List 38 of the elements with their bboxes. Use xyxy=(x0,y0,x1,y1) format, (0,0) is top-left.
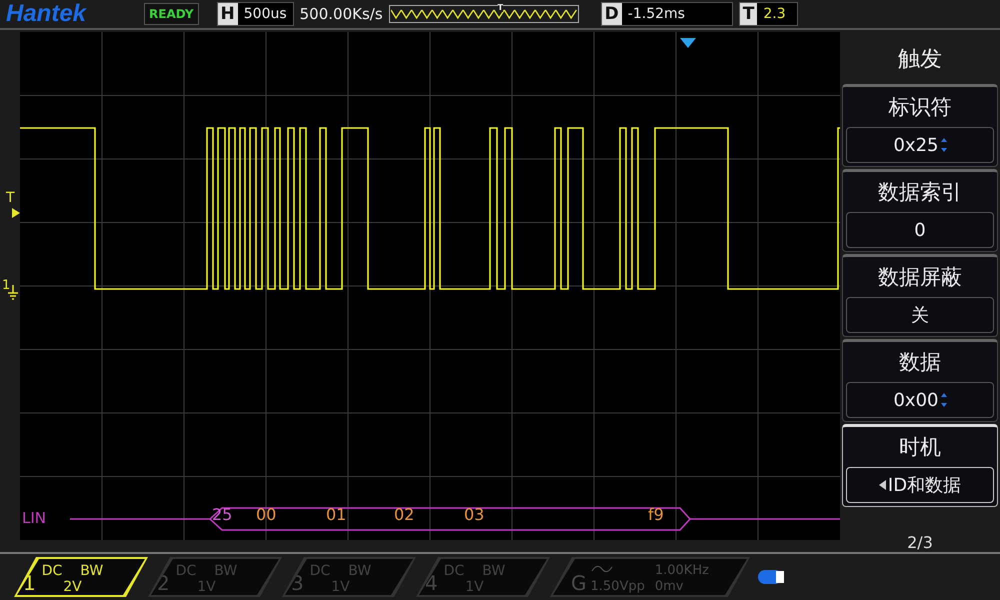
menu-title: 触发 xyxy=(898,46,942,74)
decode-label: LIN xyxy=(22,509,46,527)
delay-field[interactable]: D -1.52ms xyxy=(600,2,733,26)
decoded-byte: 00 xyxy=(256,505,276,524)
sample-rate: 500.00Ks/s xyxy=(300,5,383,23)
left-arrow-icon xyxy=(878,480,886,490)
brand-logo: Hantek xyxy=(6,0,88,28)
decoded-byte: 01 xyxy=(326,505,346,524)
trigger-level-marker: T xyxy=(6,190,15,206)
ground-icon xyxy=(8,285,18,301)
trigger-level-field[interactable]: T 2.3 xyxy=(738,2,798,26)
decoded-byte: 02 xyxy=(394,505,414,524)
trigger-position-mark: T xyxy=(498,4,504,12)
menu-item-label: 标识符 xyxy=(888,94,952,121)
menu-item-label: 数据 xyxy=(898,349,942,376)
page-indicator: 2/3 xyxy=(907,533,933,552)
decoded-byte: 25 xyxy=(212,505,232,524)
menu-item-value[interactable]: 关 xyxy=(846,297,994,333)
menu-item[interactable]: 标识符 0x25 xyxy=(842,84,998,167)
trigger-position-marker xyxy=(680,38,696,48)
channel-marker: 1 xyxy=(2,278,10,293)
menu-item-label: 数据屏蔽 xyxy=(877,264,963,291)
status-indicator: READY xyxy=(144,3,199,25)
timebase-field[interactable]: H 500us xyxy=(216,2,294,26)
menu-item[interactable]: 数据 0x00 xyxy=(842,339,998,422)
trigger-arrow-icon xyxy=(12,208,20,218)
decoded-byte: f9 xyxy=(648,505,664,524)
menu-item-value[interactable]: 0x25 xyxy=(846,127,994,163)
menu-item[interactable]: 数据索引 0 xyxy=(842,169,998,252)
menu-item-label: 时机 xyxy=(898,434,942,461)
menu-item[interactable]: 数据屏蔽 关 xyxy=(842,254,998,337)
menu-item-label: 数据索引 xyxy=(877,179,963,206)
sine-wave-icon xyxy=(590,563,612,575)
menu-item-value[interactable]: 0 xyxy=(846,212,994,248)
menu-item-value[interactable]: ID和数据 xyxy=(846,467,994,503)
decoded-byte: 03 xyxy=(464,505,484,524)
menu-item-value[interactable]: 0x00 xyxy=(846,382,994,418)
menu-item[interactable]: 时机 ID和数据 xyxy=(842,424,998,507)
